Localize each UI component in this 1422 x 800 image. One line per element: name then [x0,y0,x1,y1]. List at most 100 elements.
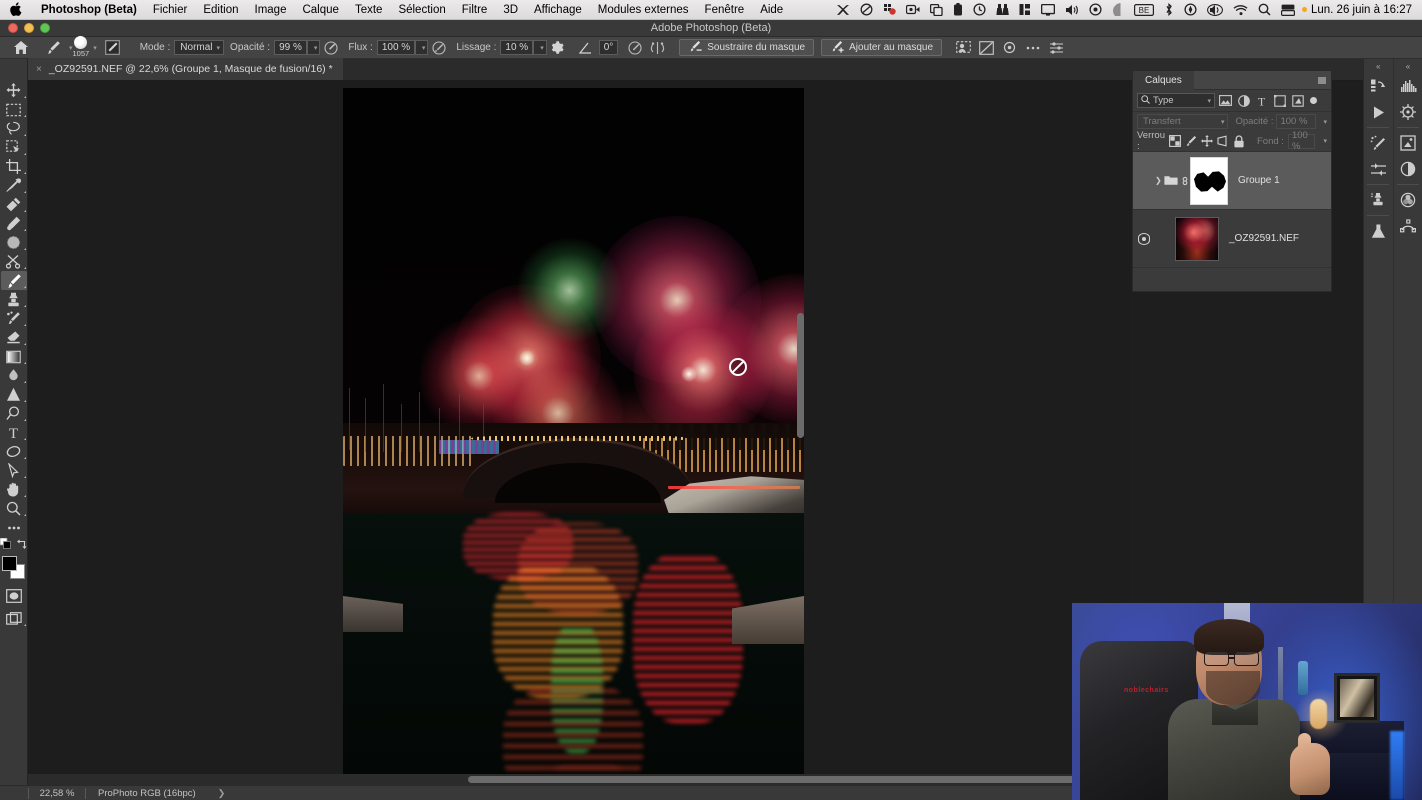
layer-name[interactable]: _OZ92591.NEF [1219,233,1299,244]
brush-size-chevron-down-icon[interactable]: ▾ [93,44,97,52]
shape-layer-filter-icon[interactable] [1272,93,1287,108]
circle-slash-icon[interactable] [855,0,878,20]
foreground-color-swatch[interactable] [1,556,17,571]
sliders-icon[interactable] [1045,38,1068,58]
flow-input[interactable]: 100 % [376,40,415,55]
edit-toolbar-ellipsis-icon[interactable] [1,518,27,537]
brush-size-preview[interactable]: 1057 [73,35,89,59]
crop-tool[interactable] [1,157,27,176]
eraser-tool[interactable] [1,328,27,347]
navigator-icon[interactable] [1394,99,1422,125]
panel-menu-icon[interactable] [1318,77,1326,84]
canvas-horizontal-scrollbar[interactable] [28,774,1130,785]
menu-edition[interactable]: Edition [195,4,246,16]
swap-colors-icon[interactable] [16,536,28,554]
opacity-chevron-down-icon[interactable]: ▾ [1323,118,1327,126]
paths-icon[interactable] [1394,213,1422,239]
gradient-tool[interactable] [1,347,27,366]
layer-visibility-toggle[interactable] [1133,232,1155,245]
chevron-double-left-icon[interactable]: « [1376,59,1380,73]
menu-affichage[interactable]: Affichage [526,4,590,16]
layer-filter-type-select[interactable]: Type ▾ [1137,93,1215,108]
scissors-tool[interactable] [1,252,27,271]
path-selection-tool[interactable] [1,461,27,480]
type-layer-filter-icon[interactable]: T [1254,93,1269,108]
pixel-layer-filter-icon[interactable] [1218,93,1233,108]
more-options-icon[interactable] [1021,38,1045,58]
menubar-clock[interactable]: Lun. 26 juin à 16:27 [1307,4,1422,16]
subtract-from-mask-button[interactable]: Soustraire du masque [679,39,815,56]
select-subject-icon[interactable] [952,38,975,58]
filter-toggle-icon[interactable] [1310,97,1317,104]
chevron-right-icon[interactable]: ❯ [1155,176,1164,185]
menu-3d[interactable]: 3D [495,4,526,16]
menu-filtre[interactable]: Filtre [454,4,496,16]
symmetry-icon[interactable] [646,38,669,58]
screen-record-icon[interactable] [901,0,925,20]
battery-icon[interactable] [948,0,968,20]
minimize-button[interactable] [24,23,34,33]
blend-mode-select[interactable]: Normal ▾ [174,40,225,55]
blur-tool[interactable] [1,366,27,385]
wifi-icon[interactable] [1228,0,1253,20]
menu-image[interactable]: Image [247,4,295,16]
document-tab[interactable]: × _OZ92591.NEF @ 22,6% (Groupe 1, Masque… [28,58,343,80]
table-row[interactable]: ❯ Groupe 1 [1133,152,1331,210]
link-mask-icon[interactable] [1179,175,1190,187]
layer-opacity-input[interactable]: 100 % [1276,114,1317,129]
menu-texte[interactable]: Texte [347,4,391,16]
color-wheel-icon[interactable] [1394,187,1422,213]
remove-tool[interactable] [1,233,27,252]
moon-icon[interactable] [1107,0,1129,20]
angle-input[interactable]: 0° [598,40,619,55]
bird-icon[interactable] [831,0,855,20]
control-center-icon[interactable] [1276,0,1300,20]
close-icon[interactable]: × [36,64,42,75]
tab-calques[interactable]: Calques [1133,70,1194,90]
adjustment-layer-filter-icon[interactable] [1236,93,1251,108]
default-colors-icon[interactable] [0,536,11,554]
lock-pixels-icon[interactable] [1185,134,1197,148]
copy-icon[interactable] [925,0,948,20]
menu-modules-externes[interactable]: Modules externes [590,4,697,16]
layer-blend-mode-select[interactable]: Transfert ▾ [1137,114,1229,129]
marquee-tool[interactable] [1,100,27,119]
lasso-tool[interactable] [1,119,27,138]
document-canvas[interactable] [343,88,804,780]
bluetooth-device-icon[interactable] [878,0,901,20]
pen-tool[interactable] [1,404,27,423]
history-brush-tool[interactable] [1,309,27,328]
dodge-tool[interactable] [1,385,27,404]
gear-icon[interactable] [547,38,569,58]
canvas-vertical-scrollbar[interactable] [797,313,804,438]
menu-calque[interactable]: Calque [294,4,346,16]
fill-input[interactable]: 100 % [1287,130,1316,152]
smoothing-slider-toggle[interactable]: ▾ [533,40,547,55]
smart-object-filter-icon[interactable] [1290,93,1305,108]
move-tool[interactable] [1,81,27,100]
brush-tool[interactable] [0,271,27,290]
pressure-opacity-icon[interactable] [320,38,342,58]
clock-icon[interactable] [968,0,991,20]
flow-slider-toggle[interactable]: ▾ [414,40,429,55]
add-to-mask-button[interactable]: Ajouter au masque [821,39,943,56]
pressure-size-icon[interactable] [624,38,646,58]
fill-chevron-down-icon[interactable]: ▾ [1323,137,1327,145]
clone-source-icon[interactable] [1364,187,1393,213]
clone-stamp-tool[interactable] [1,290,27,309]
menu-selection[interactable]: Sélection [390,4,453,16]
type-tool[interactable]: T [1,423,27,442]
hand-tool[interactable] [1,480,27,499]
search-icon[interactable] [1253,0,1276,20]
lock-artboard-icon[interactable] [1217,134,1229,148]
play-circle-icon[interactable] [1084,0,1107,20]
lock-all-icon[interactable] [1233,134,1245,148]
menu-fenetre[interactable]: Fenêtre [697,4,753,16]
patch-tool[interactable] [1,214,27,233]
zoom-level[interactable]: 22,58 % [29,788,85,799]
canvas-area[interactable] [28,81,1130,785]
layer-mask-thumbnail[interactable] [1190,156,1228,205]
spot-healing-tool[interactable] [1,195,27,214]
chevron-right-icon[interactable]: ❯ [196,788,226,799]
airbrush-icon[interactable] [428,38,450,58]
